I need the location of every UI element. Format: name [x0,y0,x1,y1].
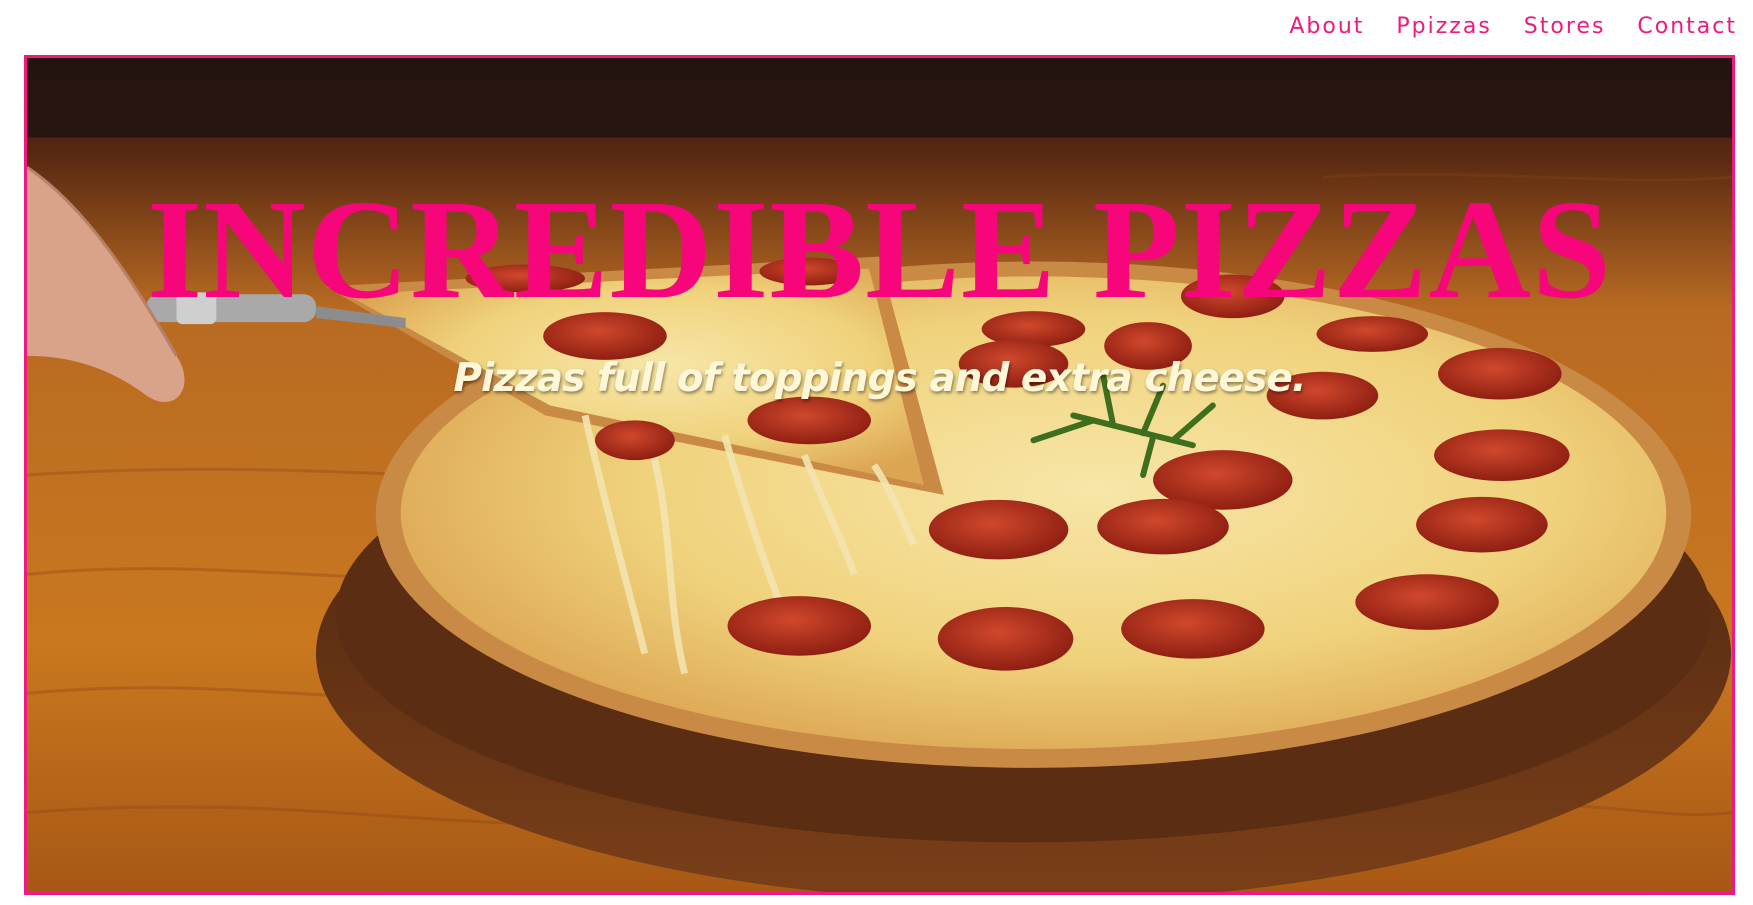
hero-title: INCREDIBLE PIZZAS [146,170,1612,328]
nav-link-about[interactable]: About [1289,14,1364,39]
nav-link-stores[interactable]: Stores [1524,14,1606,39]
hero-banner: INCREDIBLE PIZZAS Pizzas full of topping… [24,55,1735,895]
hero-subtitle: Pizzas full of toppings and extra cheese… [453,356,1306,401]
nav-link-contact[interactable]: Contact [1637,14,1737,39]
nav-link-pizzas[interactable]: Ppizzas [1396,14,1491,39]
page: About Ppizzas Stores Contact INCREDIBLE … [0,0,1753,905]
top-nav: About Ppizzas Stores Contact [1257,0,1753,52]
